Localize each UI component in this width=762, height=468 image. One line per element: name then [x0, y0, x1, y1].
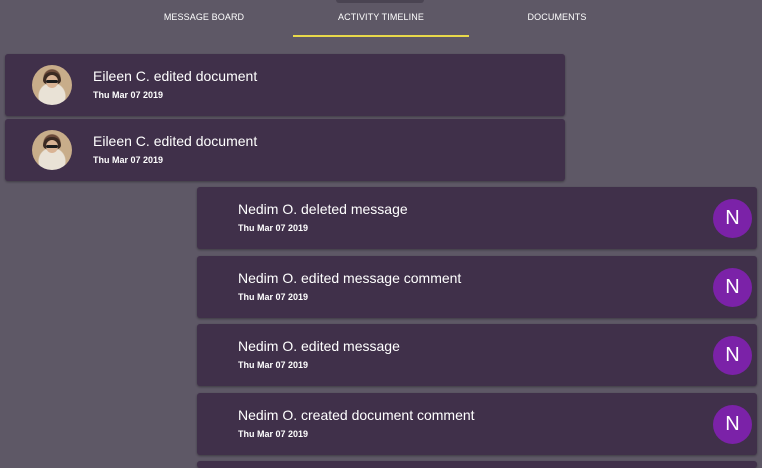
user-avatar-photo [32, 130, 72, 170]
activity-date: Thu Mar 07 2019 [238, 223, 309, 233]
activity-title: Eileen C. edited document [93, 68, 258, 84]
activity-title: Eileen C. edited document [93, 133, 258, 149]
activity-item[interactable]: Eileen C. edited document Thu Mar 07 201… [5, 54, 565, 116]
activity-date: Thu Mar 07 2019 [93, 155, 164, 165]
activity-title: Nedim O. edited message [238, 338, 400, 354]
activity-date: Thu Mar 07 2019 [238, 360, 309, 370]
user-avatar-photo [32, 65, 72, 105]
activity-date: Thu Mar 07 2019 [93, 90, 164, 100]
activity-item[interactable]: Nedim O. edited message comment Thu Mar … [197, 256, 757, 318]
user-avatar-initial: N [713, 199, 752, 238]
activity-item[interactable]: Nedim O. created document comment Thu Ma… [197, 393, 757, 455]
active-tab-indicator [293, 35, 469, 37]
user-avatar-initial: N [713, 336, 752, 375]
activity-date: Thu Mar 07 2019 [238, 292, 309, 302]
activity-item-partial[interactable] [197, 461, 757, 468]
activity-item[interactable]: Nedim O. edited message Thu Mar 07 2019 … [197, 324, 757, 386]
user-avatar-initial: N [713, 405, 752, 444]
activity-item[interactable]: Nedim O. deleted message Thu Mar 07 2019… [197, 187, 757, 249]
activity-item[interactable]: Eileen C. edited document Thu Mar 07 201… [5, 119, 565, 181]
tab-documents[interactable]: DOCUMENTS [469, 0, 645, 38]
activity-title: Nedim O. created document comment [238, 407, 475, 423]
tab-bar: MESSAGE BOARD ACTIVITY TIMELINE DOCUMENT… [0, 0, 762, 38]
tab-activity-timeline[interactable]: ACTIVITY TIMELINE [293, 0, 469, 38]
activity-date: Thu Mar 07 2019 [238, 429, 309, 439]
user-avatar-initial: N [713, 268, 752, 307]
activity-timeline-page: MESSAGE BOARD ACTIVITY TIMELINE DOCUMENT… [0, 0, 762, 468]
activity-title: Nedim O. edited message comment [238, 270, 462, 286]
tab-message-board[interactable]: MESSAGE BOARD [116, 0, 292, 38]
activity-title: Nedim O. deleted message [238, 201, 408, 217]
